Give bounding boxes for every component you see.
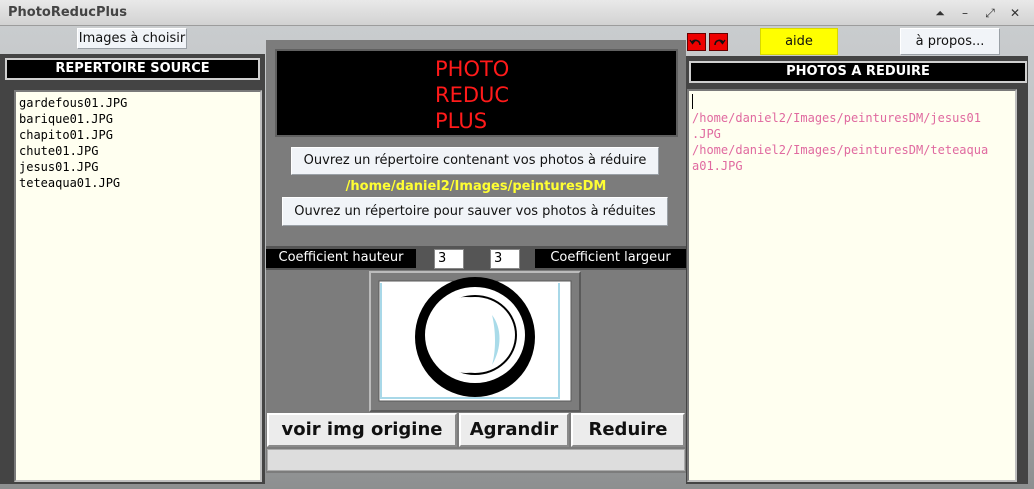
current-directory-label: /home/daniel2/Images/peinturesDM: [345, 179, 607, 194]
camera-lens-icon: [378, 277, 572, 402]
close-icon[interactable]: ✕: [1006, 4, 1024, 22]
coefficient-width-input[interactable]: 3: [490, 249, 520, 269]
list-item[interactable]: chapito01.JPG: [19, 127, 257, 143]
list-item[interactable]: a01.JPG: [692, 158, 1012, 174]
logo-line-reduc: REDUC: [435, 83, 510, 107]
list-item[interactable]: /home/daniel2/Images/peinturesDM/teteaqu…: [692, 142, 1012, 158]
list-item[interactable]: /home/daniel2/Images/peinturesDM/jesus01: [692, 110, 1012, 126]
logo-line-photo: PHOTO: [435, 57, 510, 81]
window-title: PhotoReducPlus: [8, 5, 127, 20]
coefficient-height-input[interactable]: 3: [434, 249, 464, 269]
photos-to-reduce-header: PHOTOS A REDUIRE: [689, 61, 1027, 83]
minimize-icon[interactable]: –: [956, 4, 974, 22]
maximize-icon[interactable]: ⤢: [981, 4, 999, 22]
aide-button[interactable]: aide: [760, 28, 838, 55]
list-item[interactable]: chute01.JPG: [19, 143, 257, 159]
image-preview: [369, 271, 581, 412]
open-dest-dir-button[interactable]: Ouvrez un répertoire pour sauver vos pho…: [282, 197, 668, 226]
logo-line-plus: PLUS: [435, 109, 488, 133]
status-bar: [267, 449, 685, 471]
open-source-dir-button[interactable]: Ouvrez un répertoire contenant vos photo…: [291, 147, 659, 175]
shade-icon[interactable]: ⏶: [931, 4, 949, 22]
list-item[interactable]: gardefous01.JPG: [19, 95, 257, 111]
list-item[interactable]: jesus01.JPG: [19, 159, 257, 175]
view-original-button[interactable]: voir img origine: [267, 413, 457, 447]
coefficient-width-label: Coefficient largeur: [535, 249, 686, 268]
text-cursor: [692, 94, 693, 109]
redo-icon: [714, 39, 726, 46]
coefficient-height-label: Coefficient hauteur: [266, 249, 416, 268]
undo-button[interactable]: [687, 33, 706, 51]
reduce-button[interactable]: Reduire: [571, 413, 685, 447]
source-file-list[interactable]: gardefous01.JPG barique01.JPG chapito01.…: [14, 90, 262, 482]
list-item[interactable]: .JPG: [692, 126, 1012, 142]
photos-to-reduce-list[interactable]: /home/daniel2/Images/peinturesDM/jesus01…: [687, 89, 1017, 482]
list-item[interactable]: barique01.JPG: [19, 111, 257, 127]
list-item[interactable]: teteaqua01.JPG: [19, 175, 257, 191]
enlarge-button[interactable]: Agrandir: [459, 413, 569, 447]
undo-icon: [689, 39, 701, 46]
redo-button[interactable]: [709, 33, 728, 51]
window-titlebar: PhotoReducPlus ⏶ – ⤢ ✕: [0, 0, 1034, 26]
app-logo: PHOTO REDUC PLUS: [275, 49, 678, 137]
source-directory-header: REPERTOIRE SOURCE: [5, 58, 260, 80]
apropos-button[interactable]: à propos...: [900, 28, 1000, 55]
images-choice-button[interactable]: Images à choisir: [77, 28, 187, 49]
